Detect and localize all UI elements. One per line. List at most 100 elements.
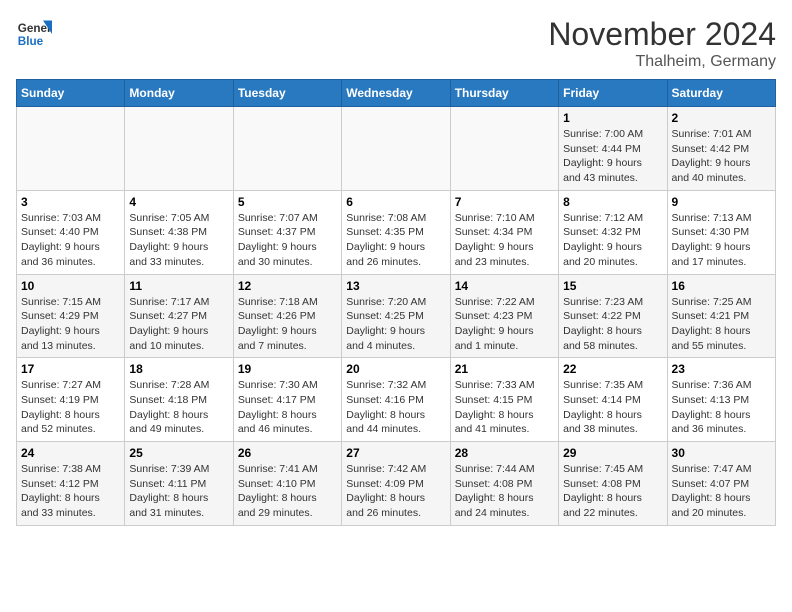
calendar-cell: 26 Sunrise: 7:41 AM Sunset: 4:10 PM Dayli… — [233, 442, 341, 526]
column-header-friday: Friday — [559, 80, 667, 107]
calendar-table: SundayMondayTuesdayWednesdayThursdayFrid… — [16, 79, 776, 526]
page-header: General Blue November 2024 Thalheim, Ger… — [16, 16, 776, 71]
day-info: Sunrise: 7:05 AM Sunset: 4:38 PM Dayligh… — [129, 211, 228, 270]
calendar-week-3: 10 Sunrise: 7:15 AM Sunset: 4:29 PM Dayli… — [17, 274, 776, 358]
day-info: Sunrise: 7:01 AM Sunset: 4:42 PM Dayligh… — [672, 127, 771, 186]
calendar-cell — [342, 107, 450, 191]
day-info: Sunrise: 7:42 AM Sunset: 4:09 PM Dayligh… — [346, 462, 445, 521]
day-info: Sunrise: 7:30 AM Sunset: 4:17 PM Dayligh… — [238, 378, 337, 437]
day-number: 18 — [129, 362, 228, 376]
column-header-monday: Monday — [125, 80, 233, 107]
calendar-cell: 13 Sunrise: 7:20 AM Sunset: 4:25 PM Dayli… — [342, 274, 450, 358]
calendar-cell: 23 Sunrise: 7:36 AM Sunset: 4:13 PM Dayli… — [667, 358, 775, 442]
day-number: 1 — [563, 111, 662, 125]
calendar-header-row: SundayMondayTuesdayWednesdayThursdayFrid… — [17, 80, 776, 107]
calendar-cell: 25 Sunrise: 7:39 AM Sunset: 4:11 PM Dayli… — [125, 442, 233, 526]
day-number: 16 — [672, 279, 771, 293]
day-number: 7 — [455, 195, 554, 209]
day-info: Sunrise: 7:10 AM Sunset: 4:34 PM Dayligh… — [455, 211, 554, 270]
day-info: Sunrise: 7:15 AM Sunset: 4:29 PM Dayligh… — [21, 295, 120, 354]
day-info: Sunrise: 7:20 AM Sunset: 4:25 PM Dayligh… — [346, 295, 445, 354]
calendar-cell: 16 Sunrise: 7:25 AM Sunset: 4:21 PM Dayli… — [667, 274, 775, 358]
day-number: 3 — [21, 195, 120, 209]
day-number: 2 — [672, 111, 771, 125]
day-number: 5 — [238, 195, 337, 209]
day-number: 24 — [21, 446, 120, 460]
day-info: Sunrise: 7:12 AM Sunset: 4:32 PM Dayligh… — [563, 211, 662, 270]
day-info: Sunrise: 7:25 AM Sunset: 4:21 PM Dayligh… — [672, 295, 771, 354]
calendar-cell: 17Sunrise: 7:27 AM Sunset: 4:19 PM Dayli… — [17, 358, 125, 442]
day-number: 12 — [238, 279, 337, 293]
column-header-sunday: Sunday — [17, 80, 125, 107]
day-info: Sunrise: 7:44 AM Sunset: 4:08 PM Dayligh… — [455, 462, 554, 521]
day-info: Sunrise: 7:38 AM Sunset: 4:12 PM Dayligh… — [21, 462, 120, 521]
day-number: 29 — [563, 446, 662, 460]
day-number: 19 — [238, 362, 337, 376]
column-header-thursday: Thursday — [450, 80, 558, 107]
month-title: November 2024 — [548, 16, 776, 53]
day-number: 4 — [129, 195, 228, 209]
calendar-week-1: 1 Sunrise: 7:00 AM Sunset: 4:44 PM Daylig… — [17, 107, 776, 191]
day-number: 26 — [238, 446, 337, 460]
title-block: November 2024 Thalheim, Germany — [548, 16, 776, 71]
calendar-cell — [233, 107, 341, 191]
calendar-cell: 18 Sunrise: 7:28 AM Sunset: 4:18 PM Dayli… — [125, 358, 233, 442]
day-info: Sunrise: 7:45 AM Sunset: 4:08 PM Dayligh… — [563, 462, 662, 521]
calendar-cell: 4 Sunrise: 7:05 AM Sunset: 4:38 PM Daylig… — [125, 190, 233, 274]
day-number: 27 — [346, 446, 445, 460]
calendar-cell: 24 Sunrise: 7:38 AM Sunset: 4:12 PM Dayli… — [17, 442, 125, 526]
calendar-cell: 8Sunrise: 7:12 AM Sunset: 4:32 PM Daylig… — [559, 190, 667, 274]
day-info: Sunrise: 7:03 AM Sunset: 4:40 PM Dayligh… — [21, 211, 120, 270]
calendar-cell: 14Sunrise: 7:22 AM Sunset: 4:23 PM Dayli… — [450, 274, 558, 358]
calendar-week-4: 17Sunrise: 7:27 AM Sunset: 4:19 PM Dayli… — [17, 358, 776, 442]
day-number: 10 — [21, 279, 120, 293]
day-number: 25 — [129, 446, 228, 460]
day-number: 21 — [455, 362, 554, 376]
day-number: 11 — [129, 279, 228, 293]
calendar-cell: 9 Sunrise: 7:13 AM Sunset: 4:30 PM Daylig… — [667, 190, 775, 274]
location: Thalheim, Germany — [548, 53, 776, 71]
day-info: Sunrise: 7:35 AM Sunset: 4:14 PM Dayligh… — [563, 378, 662, 437]
svg-text:Blue: Blue — [18, 35, 44, 48]
day-number: 9 — [672, 195, 771, 209]
calendar-cell: 21Sunrise: 7:33 AM Sunset: 4:15 PM Dayli… — [450, 358, 558, 442]
day-number: 15 — [563, 279, 662, 293]
day-info: Sunrise: 7:22 AM Sunset: 4:23 PM Dayligh… — [455, 295, 554, 354]
day-info: Sunrise: 7:28 AM Sunset: 4:18 PM Dayligh… — [129, 378, 228, 437]
day-number: 30 — [672, 446, 771, 460]
logo-icon: General Blue — [16, 16, 52, 52]
day-info: Sunrise: 7:39 AM Sunset: 4:11 PM Dayligh… — [129, 462, 228, 521]
calendar-cell: 20 Sunrise: 7:32 AM Sunset: 4:16 PM Dayli… — [342, 358, 450, 442]
day-info: Sunrise: 7:23 AM Sunset: 4:22 PM Dayligh… — [563, 295, 662, 354]
calendar-cell: 30 Sunrise: 7:47 AM Sunset: 4:07 PM Dayli… — [667, 442, 775, 526]
calendar-cell — [125, 107, 233, 191]
day-number: 23 — [672, 362, 771, 376]
day-info: Sunrise: 7:17 AM Sunset: 4:27 PM Dayligh… — [129, 295, 228, 354]
day-info: Sunrise: 7:18 AM Sunset: 4:26 PM Dayligh… — [238, 295, 337, 354]
day-number: 13 — [346, 279, 445, 293]
day-info: Sunrise: 7:41 AM Sunset: 4:10 PM Dayligh… — [238, 462, 337, 521]
calendar-week-5: 24 Sunrise: 7:38 AM Sunset: 4:12 PM Dayli… — [17, 442, 776, 526]
calendar-cell — [17, 107, 125, 191]
day-info: Sunrise: 7:47 AM Sunset: 4:07 PM Dayligh… — [672, 462, 771, 521]
calendar-cell: 6Sunrise: 7:08 AM Sunset: 4:35 PM Daylig… — [342, 190, 450, 274]
day-info: Sunrise: 7:07 AM Sunset: 4:37 PM Dayligh… — [238, 211, 337, 270]
calendar-cell: 7 Sunrise: 7:10 AM Sunset: 4:34 PM Daylig… — [450, 190, 558, 274]
day-info: Sunrise: 7:32 AM Sunset: 4:16 PM Dayligh… — [346, 378, 445, 437]
calendar-cell: 12 Sunrise: 7:18 AM Sunset: 4:26 PM Dayli… — [233, 274, 341, 358]
column-header-saturday: Saturday — [667, 80, 775, 107]
logo: General Blue — [16, 16, 52, 52]
day-info: Sunrise: 7:36 AM Sunset: 4:13 PM Dayligh… — [672, 378, 771, 437]
day-number: 28 — [455, 446, 554, 460]
calendar-cell: 2 Sunrise: 7:01 AM Sunset: 4:42 PM Daylig… — [667, 107, 775, 191]
day-info: Sunrise: 7:13 AM Sunset: 4:30 PM Dayligh… — [672, 211, 771, 270]
column-header-tuesday: Tuesday — [233, 80, 341, 107]
calendar-cell: 10 Sunrise: 7:15 AM Sunset: 4:29 PM Dayli… — [17, 274, 125, 358]
calendar-cell: 1 Sunrise: 7:00 AM Sunset: 4:44 PM Daylig… — [559, 107, 667, 191]
day-info: Sunrise: 7:00 AM Sunset: 4:44 PM Dayligh… — [563, 127, 662, 186]
calendar-cell: 5 Sunrise: 7:07 AM Sunset: 4:37 PM Daylig… — [233, 190, 341, 274]
calendar-cell: 27 Sunrise: 7:42 AM Sunset: 4:09 PM Dayli… — [342, 442, 450, 526]
calendar-cell — [450, 107, 558, 191]
day-info: Sunrise: 7:08 AM Sunset: 4:35 PM Dayligh… — [346, 211, 445, 270]
day-number: 20 — [346, 362, 445, 376]
